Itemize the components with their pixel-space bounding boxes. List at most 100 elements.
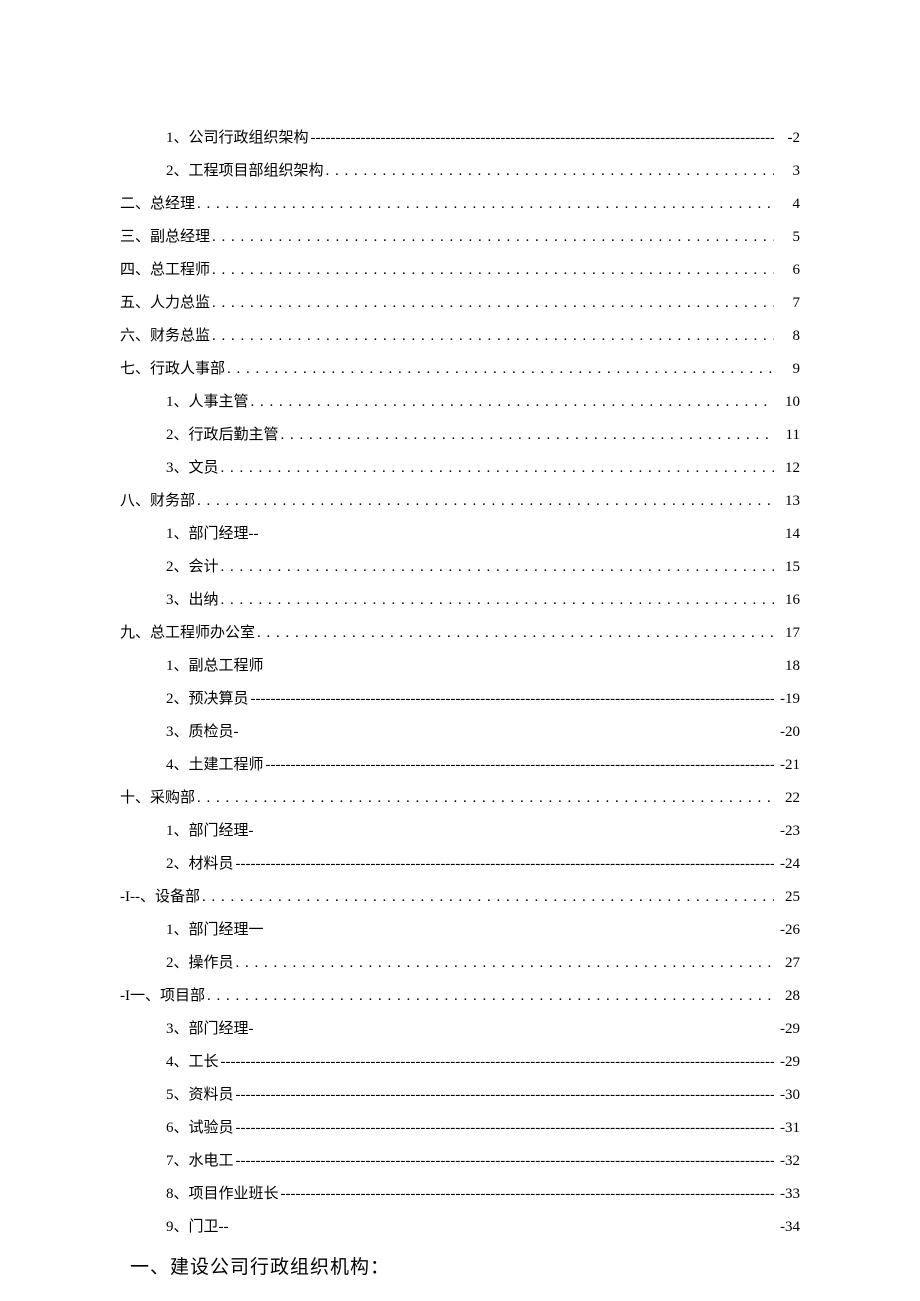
toc-page-number: 11	[776, 425, 800, 446]
toc-label: 4、工长	[166, 1052, 219, 1073]
toc-label: 2、工程项目部组织架构	[166, 161, 324, 182]
toc-label: 2、预决算员	[166, 689, 249, 710]
toc-label: 五、人力总监	[120, 293, 210, 314]
toc-leader	[236, 854, 774, 875]
toc-label: 1、部门经理--	[166, 524, 259, 545]
document-page: 1、公司行政组织架构 -22、工程项目部组织架构3二、总经理4三、副总经理5四、…	[0, 0, 920, 1279]
toc-page-number: -29	[776, 1052, 800, 1073]
toc-label: 8、项目作业班长	[166, 1184, 279, 1205]
toc-label: 4、土建工程师	[166, 755, 264, 776]
toc-entry: 5、资料员 -30	[166, 1085, 800, 1106]
toc-entry: 2、操作员 27	[166, 953, 800, 974]
toc-leader	[236, 1118, 774, 1139]
toc-entry: 四、总工程师 6	[120, 260, 800, 281]
toc-entry: 1、副总工程师 18	[166, 656, 800, 677]
toc-leader	[257, 623, 774, 644]
toc-leader	[221, 1052, 774, 1073]
toc-page-number: 9	[776, 359, 800, 380]
toc-page-number: 22	[776, 788, 800, 809]
toc-entry: 3、文员12	[166, 458, 800, 479]
toc-entry: 1、人事主管10	[166, 392, 800, 413]
toc-label: -I一、项目部	[120, 986, 205, 1007]
toc-entry: 1、部门经理一 -26	[166, 920, 800, 941]
toc-entry: 五、人力总监 7	[120, 293, 800, 314]
toc-entry: 八、财务部13	[120, 491, 800, 512]
toc-page-number: 10	[776, 392, 800, 413]
toc-label: 六、财务总监	[120, 326, 210, 347]
toc-page-number: 17	[776, 623, 800, 644]
toc-label: 2、操作员	[166, 953, 234, 974]
toc-label: 1、副总工程师	[166, 656, 264, 677]
toc-label: 七、行政人事部	[120, 359, 225, 380]
toc-entry: 二、总经理4	[120, 194, 800, 215]
toc-entry: 1、部门经理- -23	[166, 821, 800, 842]
toc-page-number: -23	[776, 821, 800, 842]
toc-label: 九、总工程师办公室	[120, 623, 255, 644]
toc-label: 3、出纳	[166, 590, 219, 611]
toc-page-number: -2	[776, 128, 800, 149]
toc-label: 5、资料员	[166, 1085, 234, 1106]
toc-label: 9、门卫--	[166, 1217, 229, 1238]
toc-leader	[212, 326, 774, 347]
toc-entry: 2、预决算员 -19	[166, 689, 800, 710]
table-of-contents: 1、公司行政组织架构 -22、工程项目部组织架构3二、总经理4三、副总经理5四、…	[120, 128, 800, 1238]
toc-page-number: -26	[776, 920, 800, 941]
toc-leader	[197, 788, 774, 809]
toc-page-number: 5	[776, 227, 800, 248]
toc-page-number: 3	[776, 161, 800, 182]
toc-label: 3、部门经理-	[166, 1019, 254, 1040]
toc-entry: 9、门卫-- -34	[166, 1217, 800, 1238]
toc-page-number: -34	[776, 1217, 800, 1238]
toc-page-number: 12	[776, 458, 800, 479]
toc-leader	[212, 293, 774, 314]
toc-leader	[326, 161, 774, 182]
toc-leader	[207, 986, 774, 1007]
toc-entry: -I--、设备部25	[120, 887, 800, 908]
toc-page-number: 7	[776, 293, 800, 314]
toc-page-number: 8	[776, 326, 800, 347]
toc-entry: 三、副总经理5	[120, 227, 800, 248]
toc-page-number: -19	[776, 689, 800, 710]
toc-leader	[221, 590, 774, 611]
toc-entry: 8、项目作业班长-33	[166, 1184, 800, 1205]
toc-leader	[281, 1184, 774, 1205]
toc-entry: 十、采购部22	[120, 788, 800, 809]
toc-leader	[236, 953, 774, 974]
toc-label: 1、部门经理-	[166, 821, 254, 842]
toc-entry: 4、土建工程师-21	[166, 755, 800, 776]
toc-leader	[197, 194, 774, 215]
toc-page-number: 27	[776, 953, 800, 974]
toc-label: 四、总工程师	[120, 260, 210, 281]
toc-page-number: -31	[776, 1118, 800, 1139]
toc-label: -I--、设备部	[120, 887, 200, 908]
toc-page-number: -32	[776, 1151, 800, 1172]
toc-label: 2、材料员	[166, 854, 234, 875]
toc-label: 1、部门经理一	[166, 920, 264, 941]
toc-page-number: -20	[776, 722, 800, 743]
toc-leader	[197, 491, 774, 512]
toc-leader	[227, 359, 774, 380]
toc-page-number: 15	[776, 557, 800, 578]
toc-entry: 3、出纳 16	[166, 590, 800, 611]
toc-entry: 3、质检员--20	[166, 722, 800, 743]
toc-entry: -I一、项目部28	[120, 986, 800, 1007]
toc-page-number: -29	[776, 1019, 800, 1040]
toc-label: 7、水电工	[166, 1151, 234, 1172]
toc-entry: 6、试验员 -31	[166, 1118, 800, 1139]
toc-leader	[202, 887, 774, 908]
toc-leader	[281, 425, 774, 446]
section-heading: 一、建设公司行政组织机构：	[130, 1252, 800, 1279]
toc-page-number: 16	[776, 590, 800, 611]
toc-entry: 六、财务总监 8	[120, 326, 800, 347]
toc-leader	[221, 458, 774, 479]
toc-page-number: 6	[776, 260, 800, 281]
toc-leader	[266, 755, 774, 776]
toc-entry: 1、部门经理--14	[166, 524, 800, 545]
toc-leader	[251, 392, 774, 413]
toc-entry: 九、总工程师办公室 17	[120, 623, 800, 644]
toc-page-number: 18	[776, 656, 800, 677]
toc-label: 二、总经理	[120, 194, 195, 215]
toc-entry: 7、水电工 -32	[166, 1151, 800, 1172]
toc-label: 2、会计	[166, 557, 219, 578]
toc-entry: 2、材料员 -24	[166, 854, 800, 875]
